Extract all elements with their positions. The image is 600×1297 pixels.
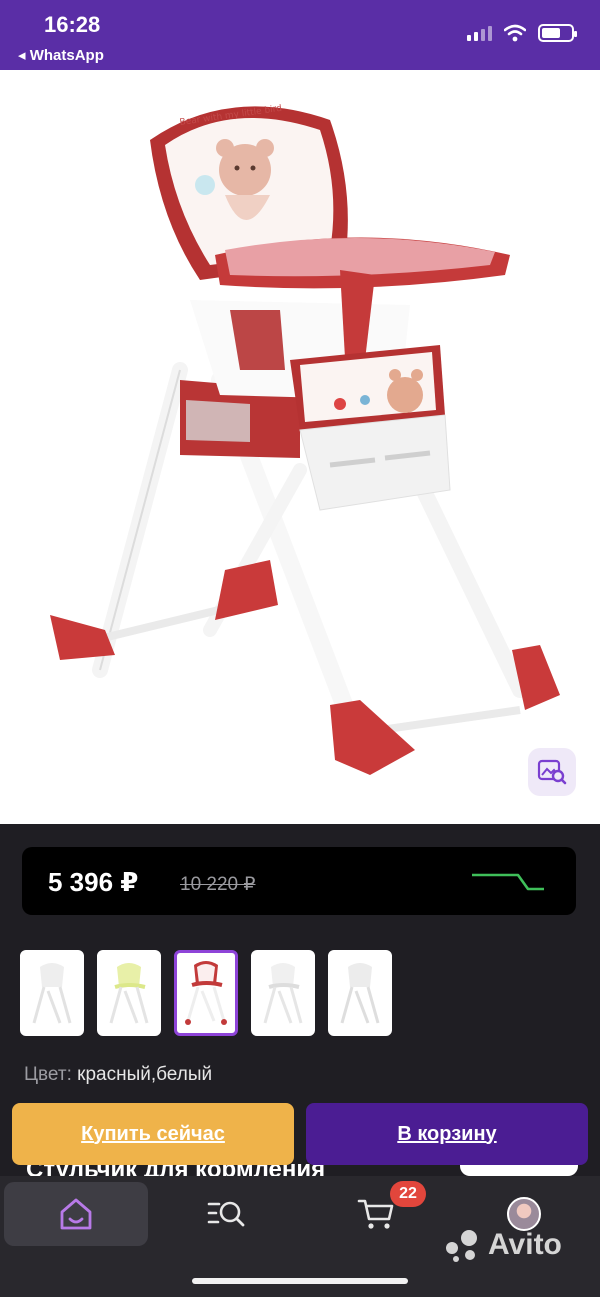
avatar (507, 1197, 541, 1231)
share-button[interactable] (542, 94, 582, 134)
status-time: 16:28 (44, 12, 101, 37)
color-label: Цвет: (24, 1064, 72, 1085)
home-icon (60, 1198, 92, 1230)
add-to-cart-button[interactable]: В корзину (306, 1103, 588, 1165)
price-trend-icon (472, 873, 544, 891)
thumbnail[interactable] (251, 950, 315, 1036)
thumbnail[interactable] (328, 950, 392, 1036)
status-icons (467, 24, 577, 42)
color-attribute: Цвет: красный,белый (24, 1064, 212, 1086)
avito-logo-icon (446, 1230, 477, 1262)
cart-icon (357, 1199, 394, 1229)
heart-icon (473, 99, 507, 129)
thumbnail-strip (20, 950, 392, 1036)
battery-icon (538, 24, 577, 42)
status-bar: 16:28 ◂ WhatsApp (0, 0, 600, 70)
avito-watermark: Avito (442, 1228, 562, 1262)
avito-brand: Avito (488, 1228, 562, 1261)
share-icon (549, 98, 575, 130)
chair-print-text: Bear with my little bird (179, 104, 283, 128)
thumbnail-image (185, 961, 227, 1025)
price-card[interactable]: 5 396 ₽ 10 220 ₽ (22, 847, 576, 915)
thumbnail-selected[interactable] (174, 950, 238, 1036)
visual-search-button[interactable] (528, 748, 576, 796)
current-price: 5 396 ₽ (48, 867, 139, 897)
thumbnail-image (32, 963, 72, 1024)
cellular-signal-icon (467, 25, 492, 41)
product-photo: Bear with my little bird (50, 104, 560, 775)
image-search-icon (537, 759, 567, 785)
old-price: 10 220 ₽ (180, 874, 256, 895)
chevron-left-icon (27, 98, 44, 130)
bottom-nav: 22 Avito (0, 1176, 600, 1297)
buy-now-button[interactable]: Купить сейчас (12, 1103, 294, 1165)
thumbnail-image (340, 963, 380, 1024)
favorite-button[interactable] (470, 94, 510, 134)
thumbnail[interactable] (97, 950, 161, 1036)
back-button[interactable] (16, 94, 56, 134)
product-page: 16:28 ◂ WhatsApp Bear with my little bir… (0, 0, 600, 1297)
nav-cart[interactable] (304, 1182, 448, 1246)
nav-search[interactable] (154, 1182, 298, 1246)
cart-badge: 22 (390, 1181, 426, 1207)
wifi-icon (504, 24, 526, 42)
thumbnail-image (263, 963, 303, 1024)
thumbnail-image (109, 963, 149, 1024)
nav-home[interactable] (4, 1182, 148, 1246)
product-image-gallery[interactable]: Bear with my little bird (0, 70, 600, 824)
search-list-icon (207, 1201, 245, 1227)
home-indicator[interactable] (192, 1278, 408, 1284)
back-to-app-link[interactable]: ◂ WhatsApp (18, 46, 104, 64)
color-value: красный,белый (77, 1064, 213, 1085)
thumbnail[interactable] (20, 950, 84, 1036)
